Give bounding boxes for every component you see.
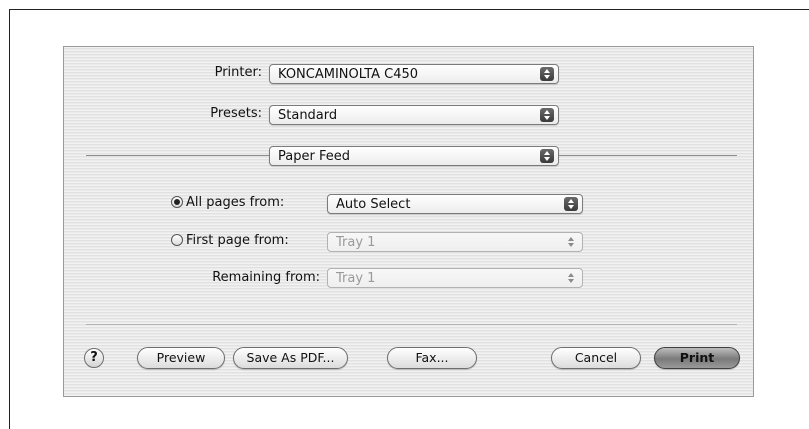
bottom-separator	[86, 324, 737, 325]
panel-popup[interactable]: Paper Feed	[269, 146, 559, 166]
first-page-radio[interactable]	[171, 234, 183, 246]
preview-button[interactable]: Preview	[137, 347, 225, 369]
all-pages-label[interactable]: All pages from:	[186, 195, 284, 210]
updown-arrows-icon	[540, 67, 554, 81]
radio-selected-dot	[174, 199, 180, 205]
page-frame-left	[9, 9, 10, 429]
updown-arrows-icon	[564, 271, 578, 285]
updown-arrows-icon	[564, 235, 578, 249]
all-pages-radio[interactable]	[171, 196, 183, 208]
presets-label: Presets:	[210, 106, 262, 121]
all-pages-value: Auto Select	[336, 197, 411, 212]
all-pages-popup[interactable]: Auto Select	[327, 194, 583, 214]
panel-separator-right	[559, 155, 737, 156]
first-page-label[interactable]: First page from:	[186, 233, 289, 248]
printer-popup[interactable]: KONCAMINOLTA C450	[269, 64, 559, 84]
help-button[interactable]: ?	[84, 348, 104, 368]
remaining-popup[interactable]: Tray 1	[327, 268, 583, 288]
updown-arrows-icon	[540, 108, 554, 122]
save-as-pdf-button[interactable]: Save As PDF...	[233, 347, 348, 369]
remaining-value: Tray 1	[336, 271, 376, 286]
remaining-label: Remaining from:	[212, 270, 320, 285]
panel-separator-left	[86, 155, 269, 156]
panel-value: Paper Feed	[278, 149, 350, 164]
print-dialog: Printer: KONCAMINOLTA C450 Presets: Stan…	[63, 46, 754, 397]
updown-arrows-icon	[540, 149, 554, 163]
presets-value: Standard	[278, 108, 338, 123]
page-frame-top	[9, 9, 809, 10]
updown-arrows-icon	[564, 197, 578, 211]
first-page-value: Tray 1	[336, 235, 376, 250]
printer-value: KONCAMINOLTA C450	[278, 67, 419, 82]
printer-label: Printer:	[214, 65, 262, 80]
cancel-button[interactable]: Cancel	[551, 347, 641, 369]
presets-popup[interactable]: Standard	[269, 105, 559, 125]
first-page-popup[interactable]: Tray 1	[327, 232, 583, 252]
fax-button[interactable]: Fax...	[387, 347, 477, 369]
print-button[interactable]: Print	[654, 347, 740, 369]
